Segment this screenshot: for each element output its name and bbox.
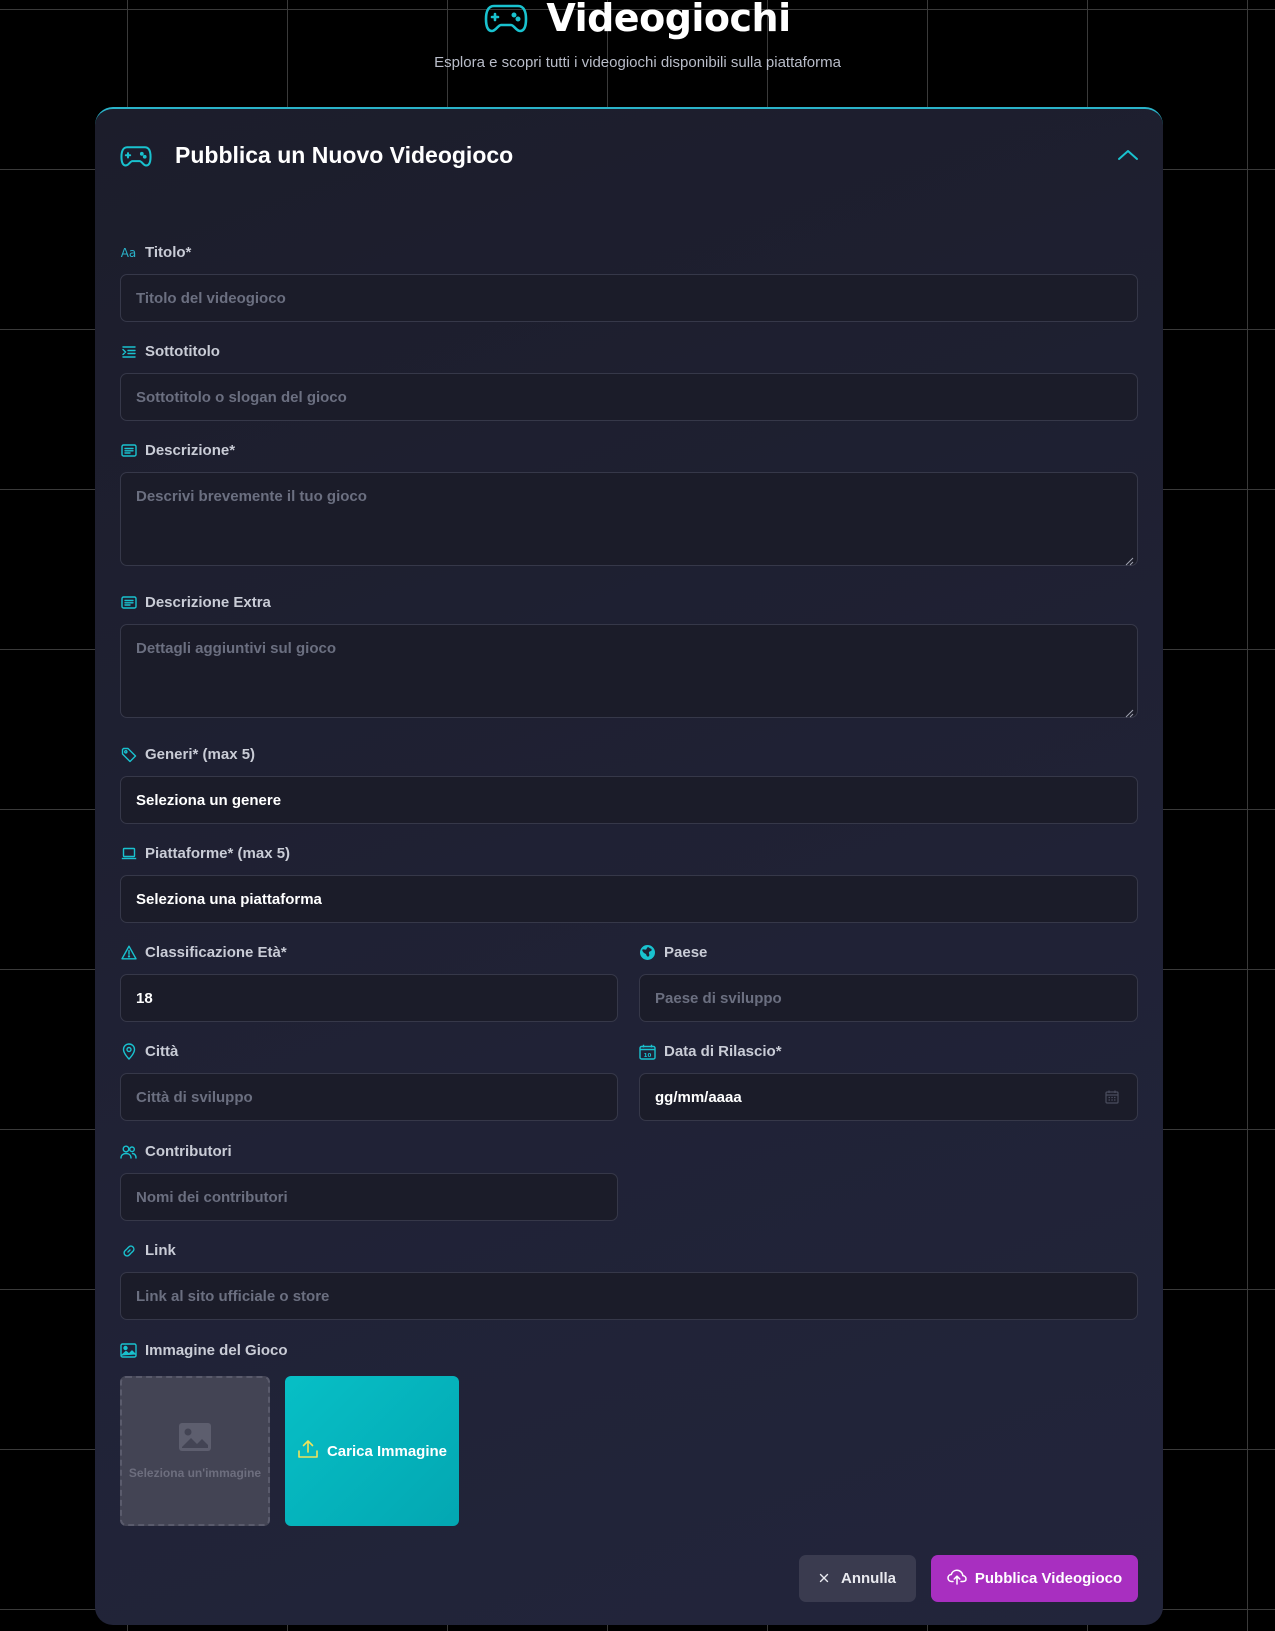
calendar-icon[interactable] [1105,1090,1119,1104]
image-placeholder-text: Seleziona un'immagine [128,1465,262,1480]
page-header: Videogiochi Esplora e scopri tutti i vid… [0,0,1275,90]
data-rilascio-value: gg/mm/aaaa [655,1088,742,1106]
text-box-icon [120,595,137,611]
sottotitolo-input[interactable]: Sottotitolo o slogan del gioco [120,373,1138,421]
titolo-input[interactable]: Titolo del videogioco [120,274,1138,322]
piattaforme-select[interactable]: Seleziona una piattaforma [120,875,1138,923]
citta-label: Città [120,1043,178,1060]
resize-handle-icon[interactable] [1125,705,1134,718]
publish-button-label: Pubblica Videogioco [974,1570,1123,1587]
resize-handle-icon[interactable] [1125,553,1134,566]
users-icon [120,1144,137,1160]
laptop-icon [120,846,137,862]
titolo-label: Aa Titolo* [120,244,192,261]
link-input[interactable]: Link al sito ufficiale o store [120,1272,1138,1320]
text-box-icon [120,443,137,459]
descrizione-extra-textarea[interactable]: Dettagli aggiuntivi sul gioco [120,624,1138,718]
tag-icon [120,747,137,763]
cancel-button[interactable]: Annulla [799,1555,916,1602]
warning-icon [120,945,137,961]
publish-button[interactable]: Pubblica Videogioco [931,1555,1138,1602]
link-icon [120,1243,137,1259]
piattaforme-label: Piattaforme* (max 5) [120,845,290,862]
descrizione-placeholder: Descrivi brevemente il tuo gioco [136,488,367,505]
paese-label-text: Paese [664,944,708,961]
descrizione-label-text: Descrizione* [145,442,236,459]
globe-icon [639,945,656,961]
descrizione-textarea[interactable]: Descrivi brevemente il tuo gioco [120,472,1138,566]
calendar-icon: 10 [639,1044,656,1060]
image-icon [120,1343,137,1359]
classificazione-label-text: Classificazione Età* [145,944,287,961]
citta-label-text: Città [145,1043,179,1060]
paese-label: Paese [639,944,707,961]
close-icon [819,1570,829,1587]
descrizione-label: Descrizione* [120,442,235,459]
sottotitolo-label-text: Sottotitolo [145,343,220,360]
classificazione-select[interactable]: 18 [120,974,618,1022]
link-label-text: Link [145,1242,176,1259]
text-size-icon: Aa [120,245,137,260]
image-icon [179,1422,211,1456]
location-pin-icon [120,1043,137,1060]
gamepad-icon [484,3,528,33]
form-title: Pubblica un Nuovo Videogioco [175,142,514,168]
citta-input[interactable]: Città di sviluppo [120,1073,618,1121]
contributori-label: Contributori [120,1143,232,1160]
form-header[interactable]: Pubblica un Nuovo Videogioco [95,109,1163,201]
generi-label-text: Generi* (max 5) [145,746,256,763]
data-rilascio-label-text: Data di Rilascio* [664,1043,782,1060]
data-rilascio-label: 10 Data di Rilascio* [639,1043,782,1060]
sottotitolo-label: Sottotitolo [120,343,220,360]
upload-button-label: Carica Immagine [326,1442,448,1460]
cancel-button-label: Annulla [841,1570,896,1587]
image-preview-placeholder[interactable]: Seleziona un'immagine [120,1376,270,1526]
generi-label: Generi* (max 5) [120,746,255,763]
piattaforme-label-text: Piattaforme* (max 5) [145,845,291,862]
paese-input[interactable]: Paese di sviluppo [639,974,1138,1022]
svg-text:10: 10 [644,1052,652,1058]
chevron-up-icon[interactable] [1115,145,1141,165]
contributori-label-text: Contributori [145,1143,232,1160]
titolo-label-text: Titolo* [145,244,192,261]
generi-select[interactable]: Seleziona un genere [120,776,1138,824]
indent-icon [120,344,137,360]
page-subtitle: Esplora e scopri tutti i videogiochi dis… [434,54,841,71]
immagine-label: Immagine del Gioco [120,1342,288,1359]
classificazione-label: Classificazione Età* [120,944,287,961]
descrizione-extra-placeholder: Dettagli aggiuntivi sul gioco [136,640,337,657]
cloud-upload-icon [947,1569,967,1589]
gamepad-icon [120,144,152,168]
link-label: Link [120,1242,176,1259]
data-rilascio-input[interactable]: gg/mm/aaaa [639,1073,1138,1121]
upload-image-button[interactable]: Carica Immagine [285,1376,459,1526]
page-title: Videogiochi [546,0,791,40]
descrizione-extra-label: Descrizione Extra [120,594,271,611]
immagine-label-text: Immagine del Gioco [145,1342,288,1359]
descrizione-extra-label-text: Descrizione Extra [145,594,271,611]
upload-icon [297,1439,319,1463]
publish-form-card: Pubblica un Nuovo Videogioco Aa Titolo* … [95,107,1163,1625]
contributori-input[interactable]: Nomi dei contributori [120,1173,618,1221]
page-title-row: Videogiochi [0,0,1275,40]
